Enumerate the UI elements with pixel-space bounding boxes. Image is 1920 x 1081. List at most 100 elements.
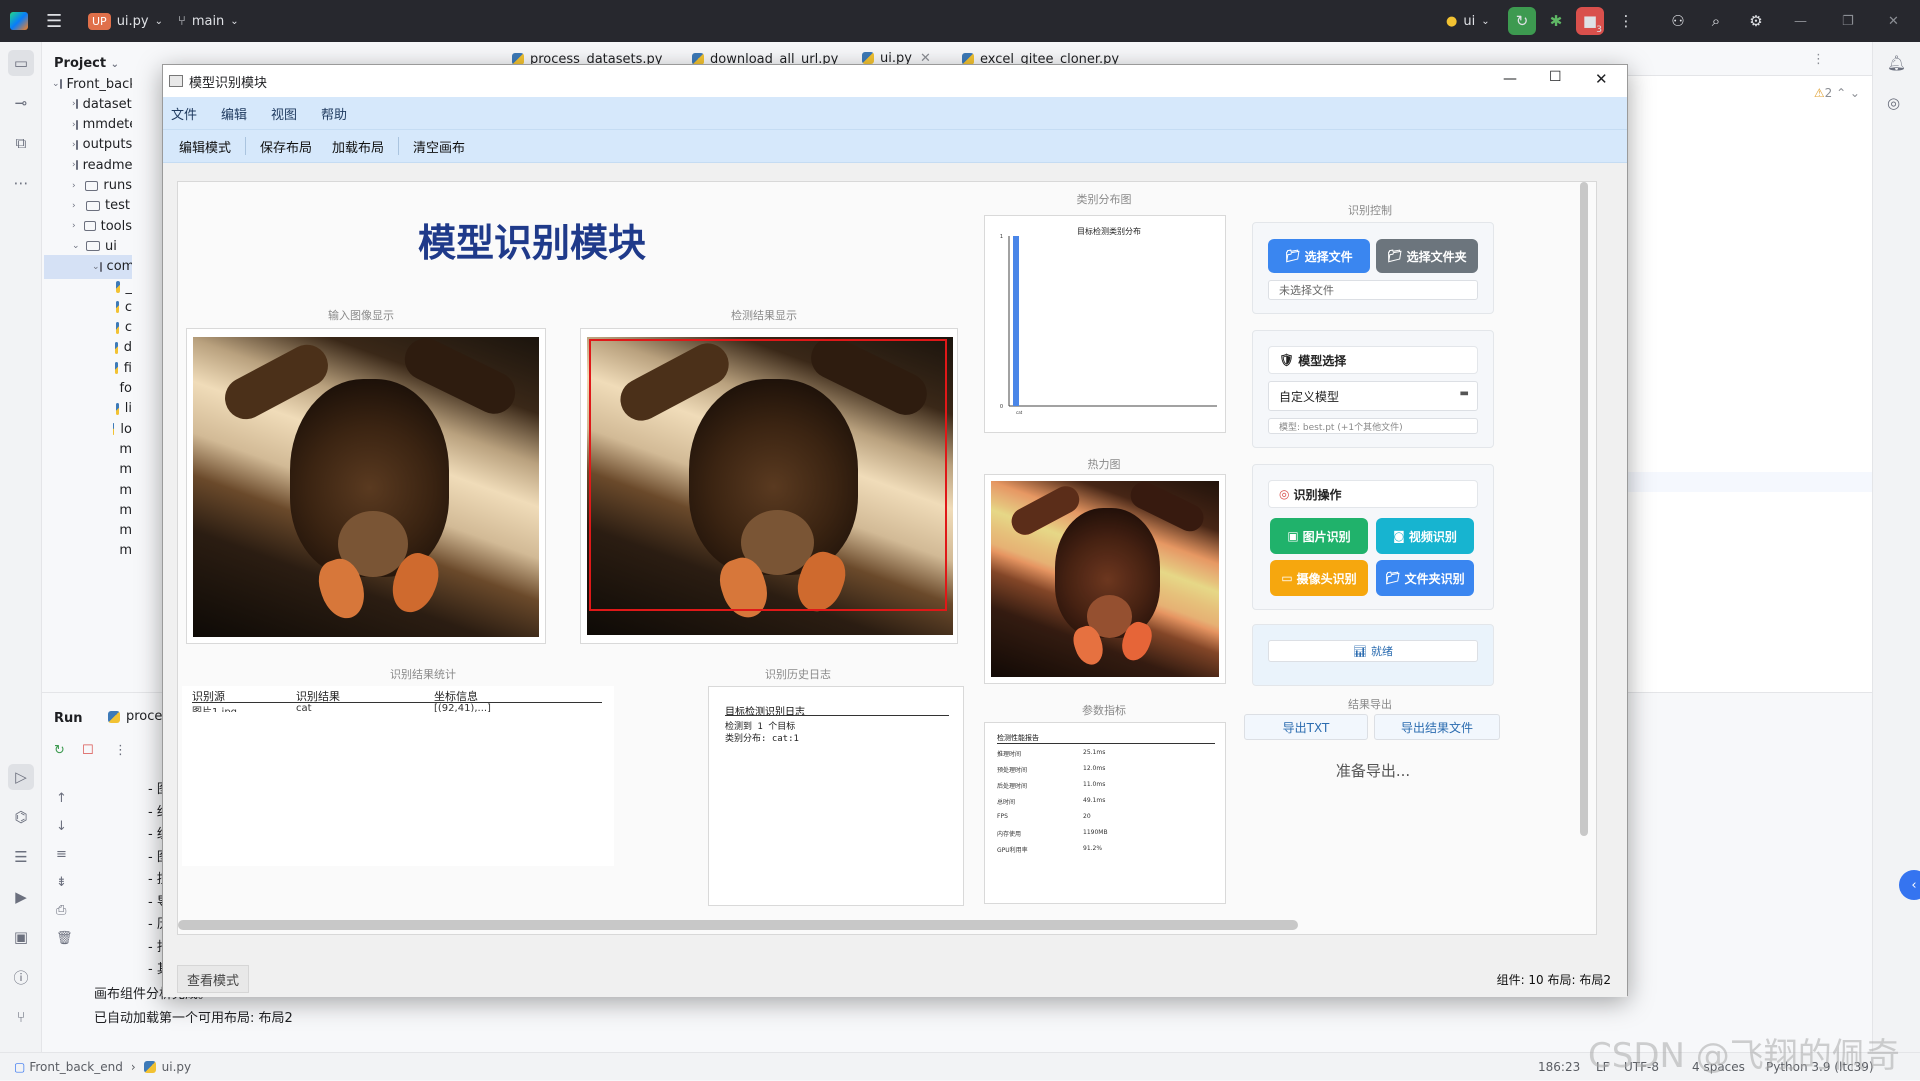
menu-view[interactable]: 视图 [259, 104, 309, 123]
minimize-icon[interactable]: — [1503, 71, 1517, 87]
metrics-value: 12.0ms [1083, 765, 1106, 772]
metrics-value: 11.0ms [1083, 781, 1106, 788]
tabs-menu-icon[interactable]: ⋮ [1802, 42, 1835, 76]
folder-icon [75, 119, 78, 130]
detect-image-caption: 检测结果显示 [731, 309, 797, 322]
tree-item-label: datasets [82, 96, 132, 112]
tree-item-label: readme [82, 157, 132, 173]
y-tick-label: 1 [1000, 234, 1003, 240]
image-recognition-button[interactable]: ▣ 图片识别 [1270, 518, 1368, 554]
video-recognition-button[interactable]: ◙ 视频识别 [1376, 518, 1474, 554]
add-user-icon[interactable]: ⚇ [1664, 7, 1692, 35]
inspection-widget[interactable]: ⚠2 ⌃ ⌄ [1814, 86, 1860, 100]
ai-assistant-icon[interactable]: ◎ [1887, 94, 1900, 112]
image-icon: ▣ [1287, 529, 1299, 543]
services-icon[interactable]: ▶ [8, 884, 34, 910]
export-txt-button[interactable]: 导出TXT [1244, 714, 1368, 740]
layers-icon[interactable]: ☰ [8, 844, 34, 870]
metrics-title: 检测性能报告 [997, 734, 1039, 742]
more-icon[interactable]: ⋮ [1612, 7, 1640, 35]
chevron-icon: › [72, 221, 76, 232]
git-branch-icon: ⑂ [178, 13, 186, 29]
tree-item-label: m [119, 441, 132, 457]
search-icon[interactable]: ⌕ [1702, 7, 1730, 35]
project-badge: UP [88, 12, 111, 30]
folder-icon [85, 180, 99, 191]
run-tab[interactable]: proce [108, 709, 162, 724]
stop-icon[interactable]: ■ 3 [1576, 7, 1604, 35]
save-layout-button[interactable]: 保存布局 [250, 133, 322, 159]
select-folder-button[interactable]: 📁︎ 选择文件夹 [1376, 239, 1478, 273]
selected-file-field[interactable]: 未选择文件 [1268, 280, 1478, 300]
run-panel-icon[interactable]: ▷ [8, 764, 34, 790]
rerun-icon[interactable]: ↻ [1508, 7, 1536, 35]
terminal-icon[interactable]: ▣ [8, 924, 34, 950]
horizontal-scrollbar[interactable] [178, 920, 1298, 930]
commit-icon[interactable]: ⊸ [8, 90, 34, 116]
menu-help[interactable]: 帮助 [309, 104, 359, 123]
watermark: CSDN @飞翔的佩奇 [1588, 1036, 1900, 1076]
run-side-tools[interactable]: ↑ ↓ ≡ ⇟ ⎙ 🗑 [56, 785, 73, 953]
model-dropdown[interactable]: 自定义模型 ▬ [1268, 381, 1478, 411]
load-layout-button[interactable]: 加载布局 [322, 133, 394, 159]
main-menu-icon[interactable]: ☰ [46, 0, 62, 42]
stats-cell: 图片1.jpg [192, 703, 296, 712]
menu-file[interactable]: 文件 [163, 104, 209, 123]
more-icon[interactable]: ⋮ [114, 743, 127, 758]
metrics-caption: 参数指标 [1082, 704, 1126, 717]
restore-icon[interactable]: ❐ [1842, 0, 1854, 42]
stop-icon[interactable]: ☐ [82, 743, 94, 758]
python-file-icon [112, 524, 114, 537]
clear-canvas-button[interactable]: 清空画布 [403, 133, 475, 159]
app-window: 模型识别模块 — ☐ ✕ 文件 编辑 视图 帮助 编辑模式 保存布局 加载布局 … [162, 64, 1628, 997]
folder-icon [75, 139, 78, 150]
metrics-label: FPS [997, 813, 1008, 820]
close-icon[interactable]: ✕ [1888, 0, 1899, 42]
chevron-icon: › [72, 200, 76, 211]
tree-item-label: li [124, 401, 132, 417]
structure-icon[interactable]: ⧉ [8, 130, 34, 156]
metrics-row: 总时间 49.1ms [997, 797, 1197, 806]
more-tools-icon[interactable]: ⋯ [8, 170, 34, 196]
vertical-scrollbar[interactable] [1580, 182, 1588, 836]
python-console-icon[interactable]: ⌬ [8, 804, 34, 830]
run-config-switcher[interactable]: ● ui ⌄ [1446, 0, 1490, 42]
minimize-icon[interactable]: — [1794, 0, 1807, 42]
menu-edit[interactable]: 编辑 [209, 104, 259, 123]
export-file-button[interactable]: 导出结果文件 [1374, 714, 1500, 740]
git-icon[interactable]: ⑂ [8, 1004, 34, 1030]
problems-icon[interactable]: ⓘ [8, 964, 34, 990]
notifications-icon[interactable]: 🔔︎ [1887, 54, 1906, 72]
camera-recognition-button[interactable]: ▭ 摄像头识别 [1270, 560, 1368, 596]
tree-item[interactable]: m [112, 539, 132, 563]
metrics-row: FPS 20 [997, 813, 1197, 820]
view-mode-button[interactable]: 查看模式 [177, 965, 249, 993]
edit-mode-button[interactable]: 编辑模式 [169, 133, 241, 159]
close-icon[interactable]: ✕ [1595, 70, 1608, 88]
tree-item-label: comp [106, 259, 132, 275]
debug-icon[interactable]: ✱ [1542, 7, 1570, 35]
folder-recognition-button[interactable]: 📁︎ 文件夹识别 [1376, 560, 1474, 596]
select-file-button[interactable]: 📁︎ 选择文件 [1268, 239, 1370, 273]
stats-caption: 识别结果统计 [390, 668, 456, 681]
folder-icon [86, 200, 100, 211]
rerun-icon[interactable]: ↻ [54, 743, 65, 758]
heatmap-panel [984, 474, 1226, 684]
app-status-bar: 查看模式 组件: 10 布局: 布局2 [163, 961, 1627, 997]
model-hint: 模型: best.pt (+1个其他文件) [1268, 418, 1478, 434]
x-tick-label: cat [1016, 410, 1023, 415]
branch-switcher[interactable]: ⑂ main ⌄ [178, 0, 239, 42]
project-panel-title[interactable]: Project ⌄ [54, 56, 119, 71]
input-image [193, 337, 539, 637]
breadcrumb[interactable]: ▢ Front_back_end › ui.py [14, 1053, 191, 1081]
project-switcher[interactable]: UP ui.py ⌄ [88, 0, 163, 42]
collapse-panel-icon[interactable]: ‹ [1899, 870, 1920, 900]
model-select-title: 🛡︎ 模型选择 [1268, 346, 1478, 374]
settings-gear-icon[interactable]: ⚙ [1742, 7, 1770, 35]
caret-position[interactable]: 186:23 [1538, 1053, 1580, 1081]
input-image-caption: 输入图像显示 [328, 309, 394, 322]
maximize-icon[interactable]: ☐ [1549, 69, 1562, 85]
python-file-icon [115, 301, 119, 314]
metrics-label: 内存使用 [997, 831, 1022, 838]
folder-icon[interactable]: ▭ [8, 50, 34, 76]
